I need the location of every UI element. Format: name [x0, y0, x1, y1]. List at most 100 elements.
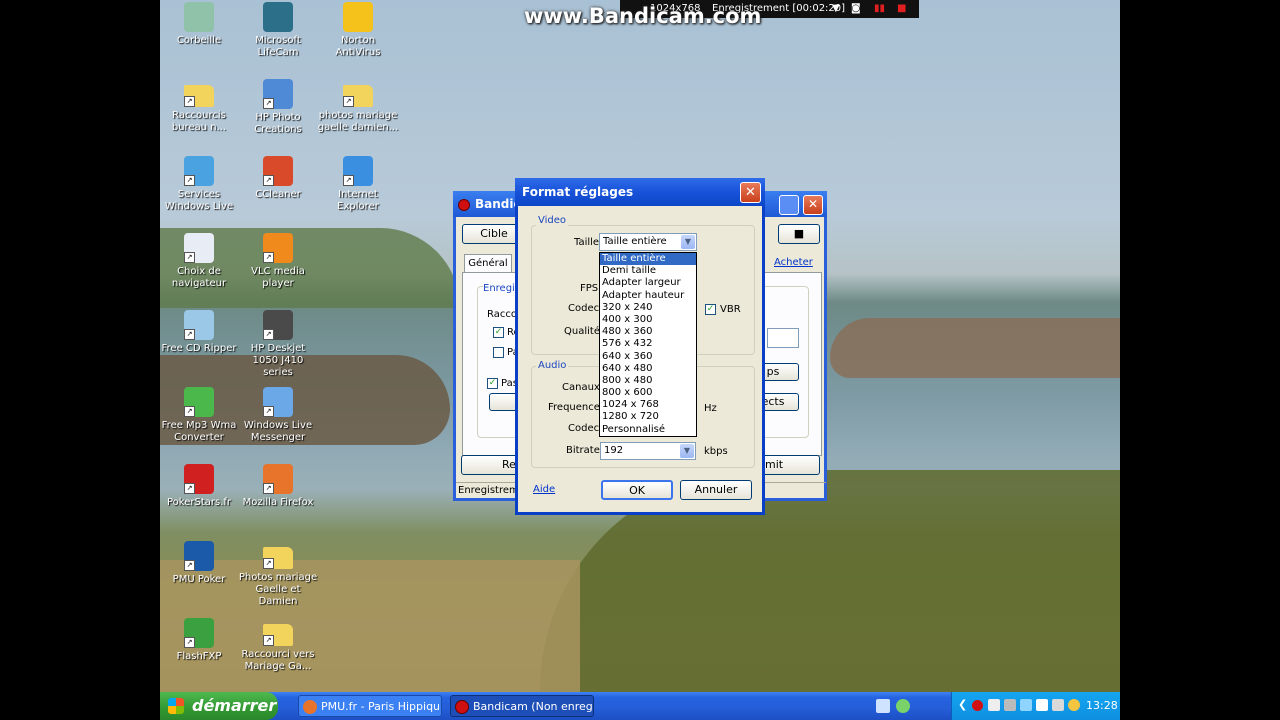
dropdown-arrow-icon[interactable]: ▼	[832, 0, 840, 18]
network-icon[interactable]	[876, 699, 890, 713]
taille-option[interactable]: 320 x 240	[600, 302, 696, 314]
help-link[interactable]: Aide	[533, 484, 555, 495]
desktop-icon-label: HP Photo Creations	[254, 112, 302, 135]
windows-live-icon: ↗	[184, 156, 214, 186]
dialog-close-button[interactable]: ✕	[740, 182, 761, 203]
messenger-icon[interactable]	[896, 699, 910, 713]
taille-select[interactable]: Taille entière ▼	[599, 233, 697, 251]
desktop-icon[interactable]: ↗ Choix de navigateur	[158, 233, 240, 290]
desktop-icon[interactable]: ↗ photos mariage gaelle damien...	[317, 79, 399, 134]
record-icon[interactable]	[972, 700, 983, 711]
checkbox-1[interactable]: ✓	[493, 327, 504, 338]
norton-icon	[343, 2, 373, 32]
taille-option[interactable]: 1280 x 720	[600, 411, 696, 423]
desktop-icon[interactable]: Microsoft LifeCam	[237, 2, 319, 59]
tray-icon-3[interactable]	[1020, 699, 1032, 711]
shortcut-arrow-icon: ↗	[343, 175, 354, 186]
taille-dropdown-list: Taille entière Demi taille Adapter largeur…	[599, 252, 697, 437]
desktop-icon[interactable]: ↗ Raccourci vers Mariage Ga...	[237, 618, 319, 673]
maximize-button[interactable]	[779, 195, 799, 215]
desktop-icon[interactable]: ↗ CCleaner	[237, 156, 319, 201]
task-bandicam-label: Bandicam (Non enregi...	[473, 700, 594, 713]
desktop-icon-label: Internet Explorer	[337, 189, 379, 212]
chevron-down-icon[interactable]: ▼	[681, 235, 695, 249]
desktop-icon[interactable]: ↗ VLC media player	[237, 233, 319, 290]
shortcut-arrow-icon: ↗	[184, 252, 195, 263]
taille-option[interactable]: Adapter largeur	[600, 277, 696, 289]
checkbox-2[interactable]	[493, 347, 504, 358]
taille-option[interactable]: Personnalisé	[600, 424, 696, 436]
hotkey-field[interactable]	[767, 328, 799, 348]
desktop-icon-label: Norton AntiVirus	[335, 35, 381, 58]
task-pmu-label: PMU.fr - Paris Hippiqu...	[321, 700, 442, 713]
desktop-icon[interactable]: ↗ FlashFXP	[158, 618, 240, 663]
taille-option[interactable]: 800 x 600	[600, 387, 696, 399]
taille-option[interactable]: 640 x 360	[600, 351, 696, 363]
desktop-icon[interactable]: ↗ Photos mariage Gaelle et Damien	[237, 541, 319, 608]
desktop-icon-label: Free Mp3 Wma Converter	[161, 420, 237, 443]
vbr-checkbox[interactable]: ✓	[705, 304, 716, 315]
taille-option[interactable]: 800 x 480	[600, 375, 696, 387]
shortcut-arrow-icon: ↗	[184, 96, 195, 107]
canaux-label: Canaux	[562, 382, 600, 393]
vbr-label: VBR	[720, 304, 741, 315]
bandicam-close-button[interactable]: ✕	[803, 195, 823, 215]
bitrate-select[interactable]: 192 ▼	[600, 442, 696, 460]
acheter-link[interactable]: Acheter	[774, 257, 813, 268]
chevron-down-icon[interactable]: ▼	[680, 444, 694, 458]
desktop-icon[interactable]: Norton AntiVirus	[317, 2, 399, 59]
desktop-icon-label: CCleaner	[255, 189, 301, 200]
stop-record-button[interactable]: ■	[778, 224, 820, 244]
dialog-titlebar[interactable]: Format réglages ✕	[515, 178, 765, 206]
fps-label: FPS	[580, 283, 599, 294]
desktop-icon-label: Corbeille	[176, 35, 222, 46]
desktop-icon-label: Windows Live Messenger	[243, 420, 313, 443]
desktop-icon[interactable]: ↗ HP Photo Creations	[237, 79, 319, 136]
tray-icon-1[interactable]	[988, 699, 1000, 711]
video-group-label: Video	[536, 215, 569, 226]
stop-icon[interactable]: ■	[897, 0, 906, 18]
desktop-icon[interactable]: ↗ PMU Poker	[158, 541, 240, 586]
vlc-icon: ↗	[263, 233, 293, 263]
firefox-icon	[303, 700, 317, 714]
task-pmu[interactable]: PMU.fr - Paris Hippiqu...	[298, 695, 442, 717]
desktop-icon[interactable]: ↗ Internet Explorer	[317, 156, 399, 213]
start-button[interactable]: démarrer	[160, 692, 278, 720]
shortcut-arrow-icon: ↗	[184, 483, 195, 494]
tray-icon-4[interactable]	[1036, 699, 1048, 711]
taille-option[interactable]: Taille entière	[600, 253, 696, 266]
taille-option[interactable]: Demi taille	[600, 265, 696, 277]
taille-option[interactable]: 400 x 300	[600, 314, 696, 326]
tab-general[interactable]: Général	[464, 254, 512, 273]
ok-button[interactable]: OK	[601, 480, 673, 500]
desktop-icon[interactable]: ↗ Mozilla Firefox	[237, 464, 319, 509]
camera-icon[interactable]: ◙	[851, 0, 861, 18]
task-bandicam[interactable]: Bandicam (Non enregi...	[450, 695, 594, 717]
cancel-button[interactable]: Annuler	[680, 480, 752, 500]
cd-icon: ↗	[184, 310, 214, 340]
desktop-icon[interactable]: ↗ Free CD Ripper	[158, 310, 240, 355]
tray-icon-5[interactable]	[1052, 699, 1064, 711]
photo-icon: ↗	[263, 79, 293, 109]
taille-option[interactable]: 640 x 480	[600, 363, 696, 375]
folder-icon: ↗	[263, 624, 293, 646]
taille-option[interactable]: 480 x 360	[600, 326, 696, 338]
pause-icon[interactable]: ▮▮	[874, 0, 885, 18]
desktop-icon[interactable]: Corbeille	[158, 2, 240, 47]
tray-icon-2[interactable]	[1004, 699, 1016, 711]
desktop-icon[interactable]: ↗ Raccourcis bureau n...	[158, 79, 240, 134]
desktop-icon-label: Microsoft LifeCam	[255, 35, 301, 58]
checkbox-3[interactable]: ✓	[487, 378, 498, 389]
desktop-icon[interactable]: ↗ HP Deskjet 1050 J410 series	[237, 310, 319, 379]
taille-option[interactable]: Adapter hauteur	[600, 290, 696, 302]
taille-option[interactable]: 576 x 432	[600, 338, 696, 350]
desktop-icon-label: Services Windows Live	[164, 189, 234, 212]
desktop-icon[interactable]: ↗ Services Windows Live	[158, 156, 240, 213]
desktop-icon[interactable]: ↗ Free Mp3 Wma Converter	[158, 387, 240, 444]
desktop-icon[interactable]: ↗ Windows Live Messenger	[237, 387, 319, 444]
desktop-icon[interactable]: ↗ PokerStars.fr	[158, 464, 240, 509]
tray-icon-6[interactable]	[1068, 699, 1080, 711]
taille-option[interactable]: 1024 x 768	[600, 399, 696, 411]
desktop-icon-label: PokerStars.fr	[166, 497, 232, 508]
chevron-left-icon[interactable]: ❮	[958, 698, 967, 711]
